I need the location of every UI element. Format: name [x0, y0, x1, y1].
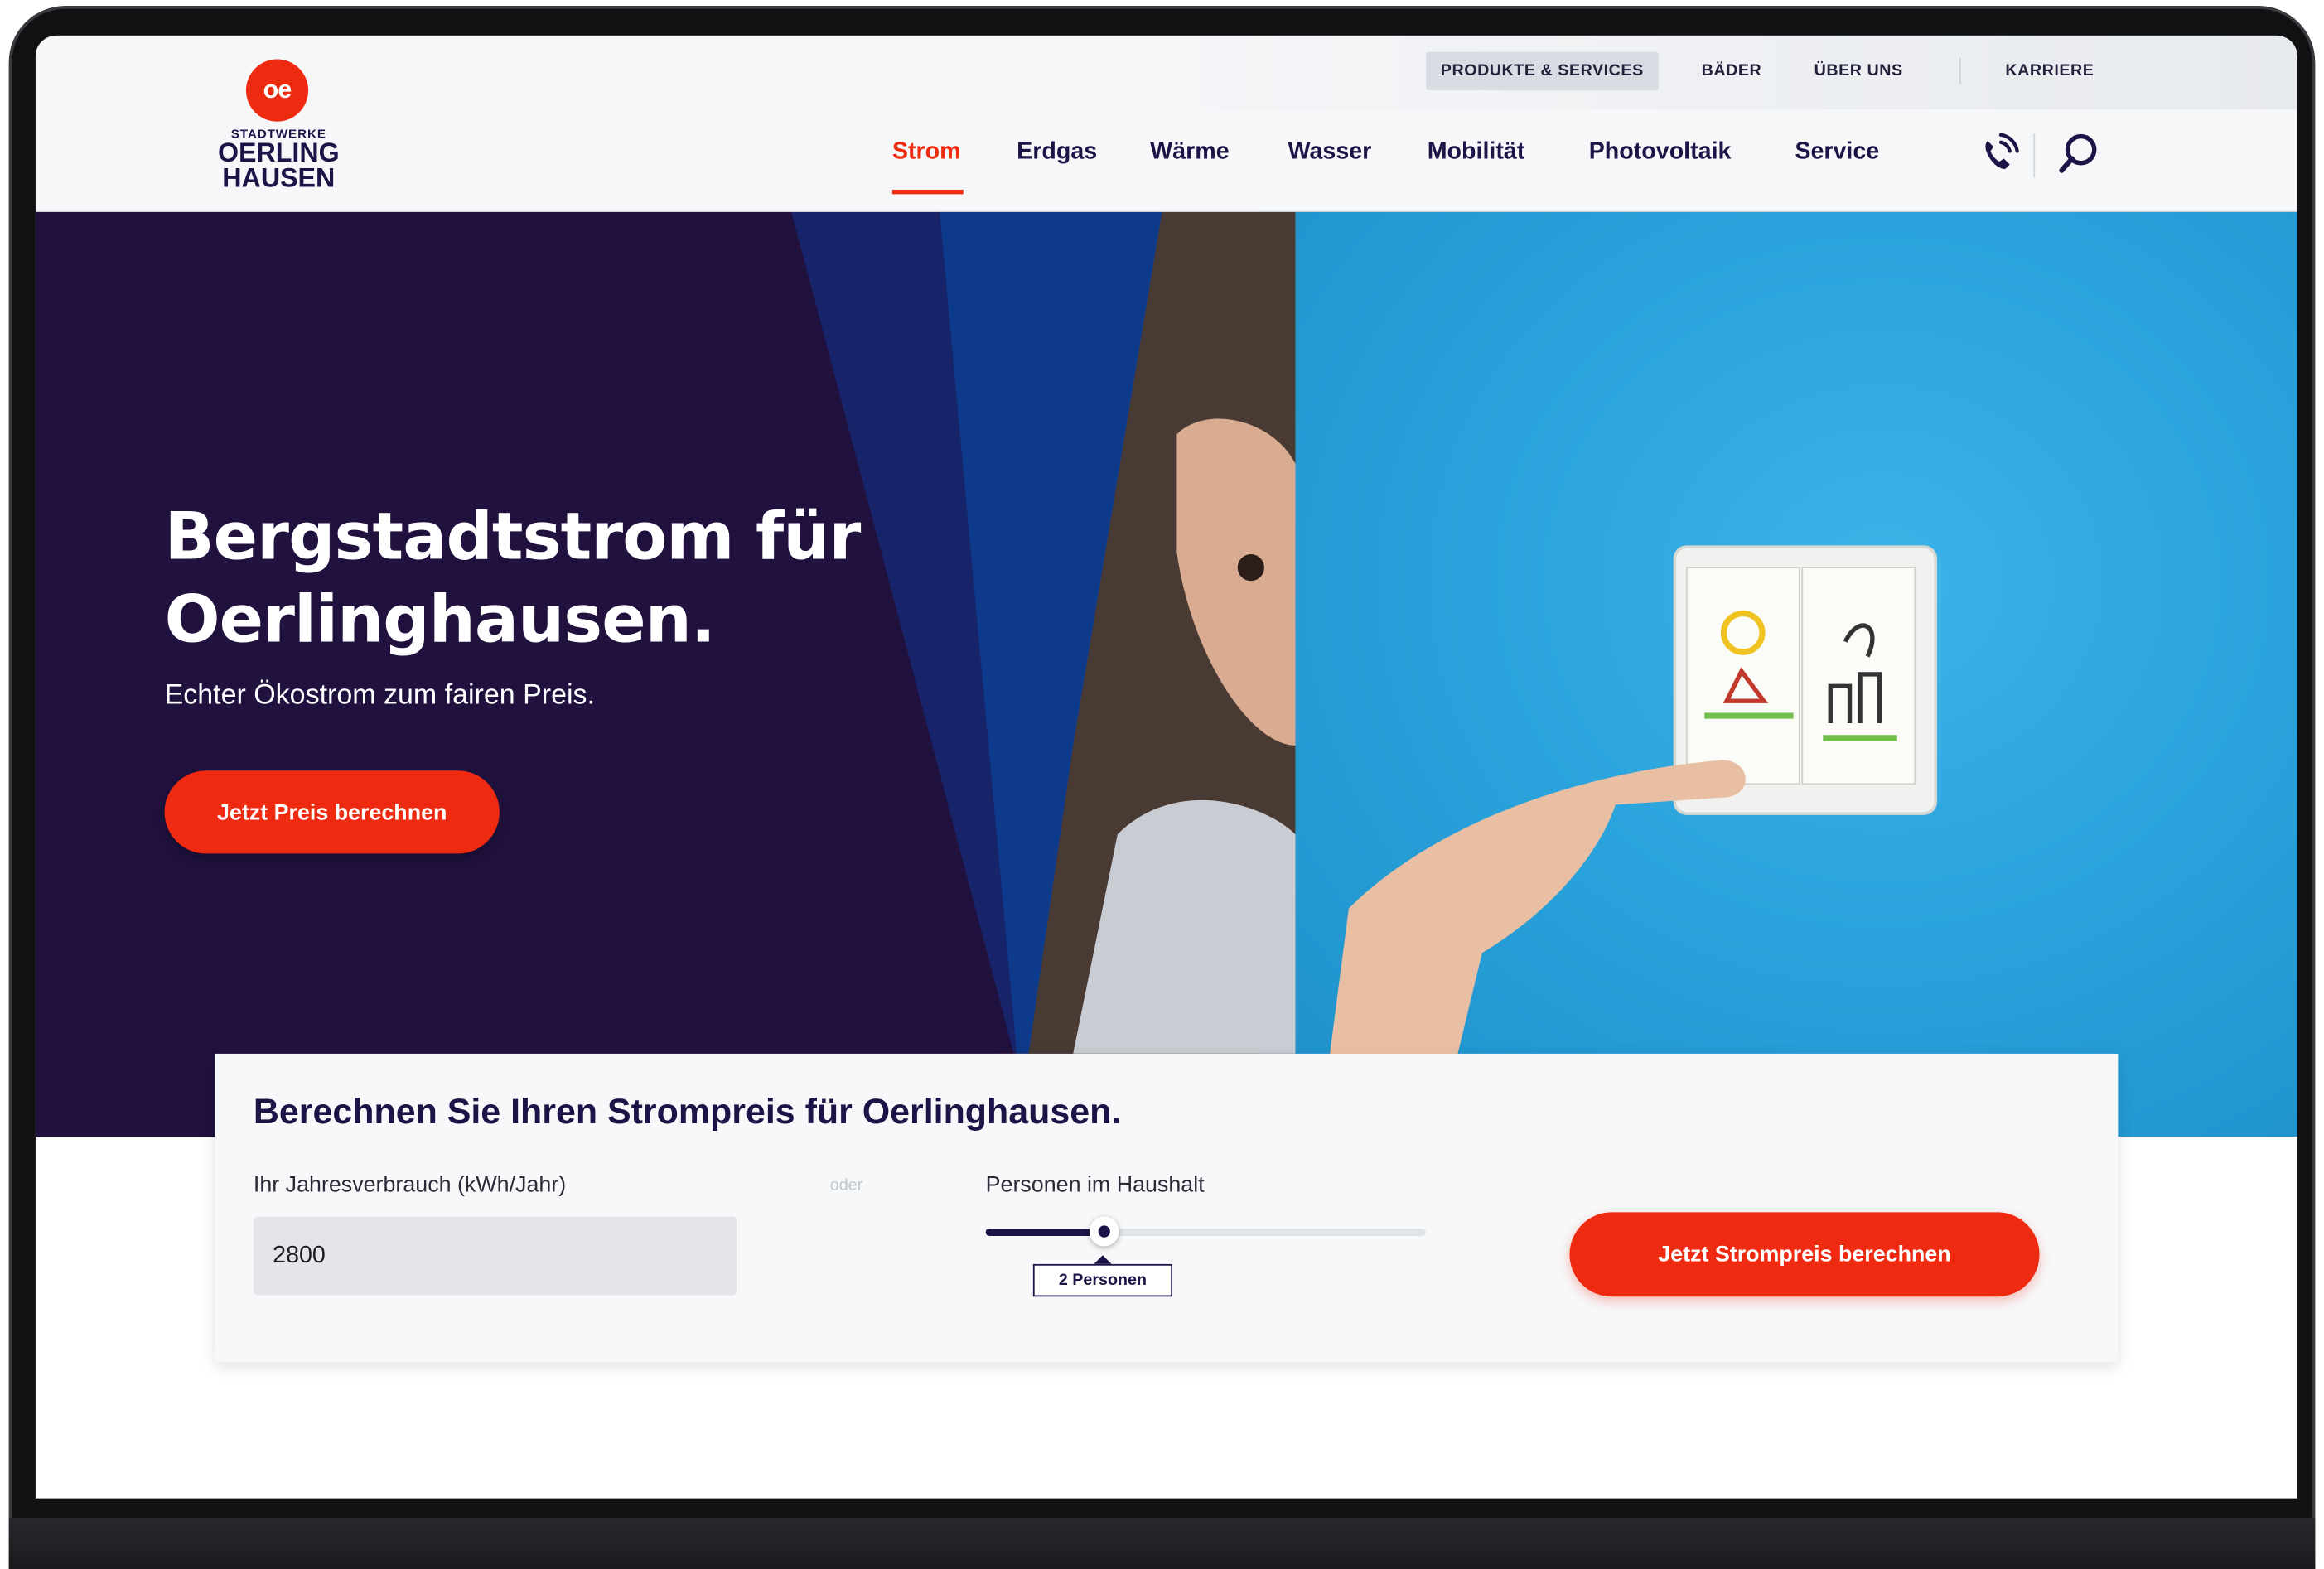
logo-mark: oe — [245, 59, 309, 122]
consumption-input[interactable] — [253, 1216, 737, 1296]
meta-nav-ueber-uns[interactable]: ÜBER UNS — [1814, 52, 1903, 91]
laptop-base — [8, 1517, 2316, 1569]
persons-slider-fill — [985, 1228, 1104, 1236]
meta-nav-produkte-services[interactable]: PRODUKTE & SERVICES — [1425, 51, 1659, 91]
nav-item-strom[interactable]: Strom — [892, 139, 961, 166]
hero-section: Bergstadtstrom für Oerlinghausen. Echter… — [35, 211, 2297, 1137]
nav-item-erdgas[interactable]: Erdgas — [1017, 139, 1097, 166]
meta-nav-divider — [1959, 57, 1961, 84]
calculate-price-button[interactable]: Jetzt Preis berechnen — [164, 770, 500, 854]
slider-handle-dot — [1098, 1225, 1110, 1238]
calculate-electricity-price-button[interactable]: Jetzt Strompreis berechnen — [1569, 1212, 2040, 1297]
persons-slider[interactable] — [985, 1216, 1426, 1247]
hero-image-switch — [1319, 545, 1938, 1137]
persons-value-tooltip: 2 Personen — [1032, 1263, 1173, 1297]
persons-slider-handle[interactable] — [1089, 1216, 1119, 1247]
nav-item-mobilitaet[interactable]: Mobilität — [1428, 139, 1525, 166]
header-icon-divider — [2033, 133, 2036, 178]
browser-screen: oe STADTWERKE OERLING HAUSEN PRODUKTE & … — [35, 35, 2297, 1499]
nav-item-wasser[interactable]: Wasser — [1288, 139, 1372, 166]
meta-nav-karriere[interactable]: KARRIERE — [2005, 52, 2094, 91]
or-separator: oder — [829, 1176, 863, 1195]
phone-icon[interactable] — [1976, 132, 2021, 176]
nav-item-waerme[interactable]: Wärme — [1150, 139, 1229, 166]
site-header: oe STADTWERKE OERLING HAUSEN PRODUKTE & … — [35, 35, 2297, 212]
hero-heading: Bergstadtstrom für Oerlinghausen. — [165, 496, 995, 662]
site-logo[interactable]: oe STADTWERKE OERLING HAUSEN — [205, 56, 353, 205]
nav-item-service[interactable]: Service — [1795, 139, 1879, 166]
hero-subtitle: Echter Ökostrom zum fairen Preis. — [164, 680, 596, 712]
calculator-heading: Berechnen Sie Ihren Strompreis für Oerli… — [253, 1092, 1122, 1132]
hero-image-girl — [1028, 211, 1296, 1054]
persons-label: Personen im Haushalt — [985, 1172, 1205, 1198]
consumption-label: Ihr Jahresverbrauch (kWh/Jahr) — [253, 1172, 567, 1198]
hero-heading-line-2: Oerlinghausen. — [164, 582, 716, 659]
logo-line-2: HAUSEN — [222, 162, 336, 193]
meta-bar — [35, 35, 2297, 110]
nav-item-photovoltaik[interactable]: Photovoltaik — [1589, 139, 1732, 166]
hero-heading-line-1: Bergstadtstrom für — [164, 499, 862, 576]
slider-tooltip-arrow — [1094, 1255, 1112, 1264]
active-nav-indicator — [891, 189, 964, 195]
meta-nav-baeder[interactable]: BÄDER — [1702, 52, 1762, 91]
search-icon[interactable] — [2056, 132, 2100, 176]
logo-wordmark: OERLING HAUSEN — [205, 139, 353, 193]
price-calculator: Berechnen Sie Ihren Strompreis für Oerli… — [215, 1053, 2119, 1362]
